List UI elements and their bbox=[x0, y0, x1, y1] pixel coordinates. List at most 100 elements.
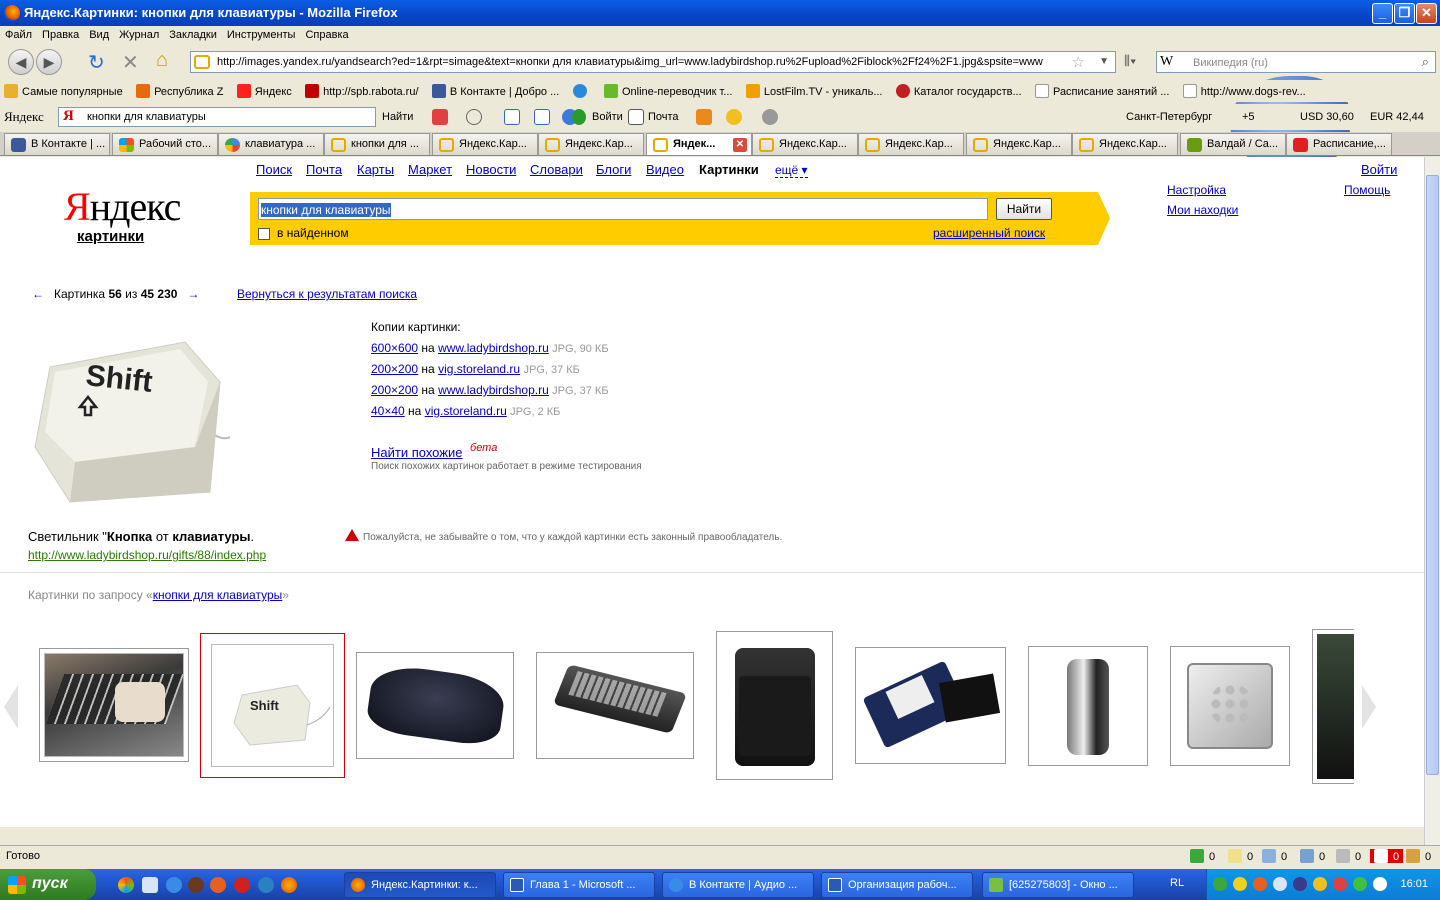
start-button[interactable]: пуск bbox=[0, 869, 96, 900]
status-counter[interactable]: 0 bbox=[1406, 849, 1431, 863]
menu-view[interactable]: Вид bbox=[84, 26, 114, 41]
ie-icon[interactable] bbox=[166, 877, 182, 893]
service-link-news[interactable]: Новости bbox=[466, 162, 516, 177]
eur-rate[interactable]: EUR 42,44 bbox=[1370, 111, 1424, 123]
reload-icon[interactable]: ↻ bbox=[88, 50, 105, 75]
dropdown-icon[interactable]: ▼ bbox=[1099, 56, 1109, 67]
menu-bookmarks[interactable]: Закладки bbox=[164, 26, 222, 41]
yandex-bar-mail[interactable]: Почта bbox=[648, 111, 679, 123]
weather-temp[interactable]: +5 bbox=[1242, 111, 1255, 123]
menu-history[interactable]: Журнал bbox=[114, 26, 164, 41]
main-image-shift-key[interactable]: Shift bbox=[30, 327, 231, 507]
related-thumbnail[interactable] bbox=[536, 652, 694, 759]
copy-size-link[interactable]: 600×600 bbox=[371, 341, 418, 355]
in-found-checkbox[interactable] bbox=[258, 228, 270, 240]
menu-file[interactable]: Файл bbox=[0, 26, 37, 41]
addon-icon[interactable]: ⫼▾ bbox=[1124, 53, 1136, 69]
tab[interactable]: Валдай / Са... bbox=[1180, 133, 1286, 155]
yandex-bar-login[interactable]: Войти bbox=[592, 111, 623, 123]
status-counter[interactable]: 0 bbox=[1336, 849, 1361, 863]
quicklaunch-icon[interactable] bbox=[258, 877, 274, 893]
forward-button[interactable]: ▶ bbox=[36, 49, 62, 75]
tray-icon[interactable] bbox=[1373, 877, 1387, 891]
copy-size-link[interactable]: 200×200 bbox=[371, 362, 418, 376]
tab[interactable]: Расписание,... bbox=[1286, 133, 1392, 155]
find-similar-link[interactable]: Найти похожие bbox=[371, 445, 462, 460]
url-bar[interactable]: http://images.yandex.ru/yandsearch?ed=1&… bbox=[190, 51, 1116, 73]
tab[interactable]: Яндекс.Кар... bbox=[752, 133, 858, 155]
settings-link[interactable]: Настройка bbox=[1167, 183, 1226, 197]
bookmark-item[interactable]: В Контакте | Добро ... bbox=[428, 80, 565, 98]
tray-icon[interactable] bbox=[1353, 877, 1367, 891]
weather-city[interactable]: Санкт-Петербург bbox=[1126, 111, 1212, 123]
translate-icon[interactable] bbox=[534, 109, 550, 125]
menu-edit[interactable]: Правка bbox=[37, 26, 84, 41]
tab[interactable]: Яндекс.Кар... bbox=[1072, 133, 1178, 155]
tray-icon[interactable] bbox=[1233, 877, 1247, 891]
menu-tools[interactable]: Инструменты bbox=[222, 26, 301, 41]
comment-icon[interactable] bbox=[466, 109, 482, 125]
bookmark-item[interactable]: Республика Z bbox=[132, 80, 229, 98]
bookmark-item[interactable]: Самые популярные bbox=[0, 80, 129, 98]
search-button[interactable]: Найти bbox=[996, 198, 1052, 220]
bookmark-item[interactable]: Каталог государств... bbox=[892, 80, 1028, 98]
yandex-bar-find-button[interactable]: Найти bbox=[382, 111, 413, 123]
quicklaunch-icon[interactable] bbox=[188, 877, 204, 893]
volume-icon[interactable] bbox=[1333, 877, 1347, 891]
service-link-maps[interactable]: Карты bbox=[357, 162, 394, 177]
help-link[interactable]: Помощь bbox=[1344, 183, 1390, 197]
back-to-results-link[interactable]: Вернуться к результатам поиска bbox=[237, 287, 417, 301]
login-link[interactable]: Войти bbox=[1361, 162, 1397, 177]
tray-icon[interactable] bbox=[1273, 877, 1287, 891]
tab[interactable]: Яндек... ✕ bbox=[646, 133, 752, 155]
bookmark-item[interactable]: Расписание занятий ... bbox=[1031, 80, 1175, 98]
bookmark-item[interactable] bbox=[569, 80, 597, 98]
copy-size-link[interactable]: 40×40 bbox=[371, 404, 405, 418]
star-icon[interactable]: ☆ bbox=[1072, 53, 1085, 71]
related-thumbnail[interactable] bbox=[716, 631, 833, 780]
strip-prev-arrow[interactable] bbox=[4, 685, 18, 729]
related-query-link[interactable]: кнопки для клавиатуры bbox=[153, 588, 283, 602]
tray-icon[interactable] bbox=[1253, 877, 1267, 891]
bookmark-item[interactable]: http://spb.rabota.ru/ bbox=[301, 80, 424, 98]
copy-site-link[interactable]: www.ladybirdshop.ru bbox=[438, 383, 549, 397]
advanced-search-link[interactable]: расширенный поиск bbox=[933, 226, 1045, 240]
yandex-bar-search-input[interactable]: Я кнопки для клавиатуры bbox=[58, 107, 376, 127]
task-button[interactable]: Глава 1 - Microsoft ... bbox=[503, 872, 655, 898]
related-thumbnail[interactable] bbox=[855, 647, 1006, 764]
related-thumbnail[interactable] bbox=[1028, 646, 1148, 766]
services-more-dropdown[interactable]: ещё ▾ bbox=[775, 163, 808, 178]
quicklaunch-icon[interactable] bbox=[142, 877, 158, 893]
related-thumbnail[interactable] bbox=[356, 652, 514, 759]
status-counter[interactable]: 0 bbox=[1228, 849, 1253, 863]
tab[interactable]: кнопки для ... bbox=[324, 133, 430, 155]
tray-icon[interactable] bbox=[1213, 877, 1227, 891]
tab[interactable]: Яндекс.Кар... bbox=[966, 133, 1072, 155]
bookmark-item[interactable]: http://www.dogs-rev... bbox=[1179, 80, 1312, 98]
settings-icon[interactable] bbox=[762, 109, 778, 125]
strip-next-arrow[interactable] bbox=[1362, 685, 1376, 729]
kartinki-link[interactable]: картинки bbox=[77, 228, 144, 245]
quicklaunch-icon[interactable] bbox=[118, 877, 134, 893]
copy-site-link[interactable]: vig.storeland.ru bbox=[425, 404, 507, 418]
maximize-button[interactable]: ❐ bbox=[1394, 3, 1415, 24]
copy-site-link[interactable]: vig.storeland.ru bbox=[438, 362, 520, 376]
next-image-arrow[interactable]: → bbox=[187, 287, 199, 301]
spellcheck-icon[interactable] bbox=[504, 109, 520, 125]
task-button[interactable]: Яндекс.Картинки: к... bbox=[344, 872, 496, 898]
service-link-blogs[interactable]: Блоги bbox=[596, 162, 631, 177]
service-link-market[interactable]: Маркет bbox=[408, 162, 452, 177]
search-icon[interactable]: ⌕ bbox=[1422, 54, 1429, 70]
service-link-dictionaries[interactable]: Словари bbox=[530, 162, 583, 177]
star-rating-icon[interactable] bbox=[726, 109, 742, 125]
search-input[interactable]: кнопки для клавиатуры bbox=[258, 198, 988, 220]
language-indicator[interactable]: RL bbox=[1170, 877, 1184, 889]
tray-icon[interactable] bbox=[1313, 877, 1327, 891]
task-button[interactable]: В Контакте | Аудио ... bbox=[662, 872, 814, 898]
bookmark-item[interactable]: Online-переводчик т... bbox=[600, 80, 739, 98]
yandex-bar-logo[interactable]: Яндекс bbox=[4, 109, 44, 125]
prev-image-arrow[interactable]: ← bbox=[32, 287, 44, 301]
related-thumbnail-selected[interactable]: Shift bbox=[200, 633, 345, 778]
service-link-video[interactable]: Видео bbox=[646, 162, 684, 177]
yandex-logo[interactable]: Яндекс bbox=[64, 183, 181, 230]
